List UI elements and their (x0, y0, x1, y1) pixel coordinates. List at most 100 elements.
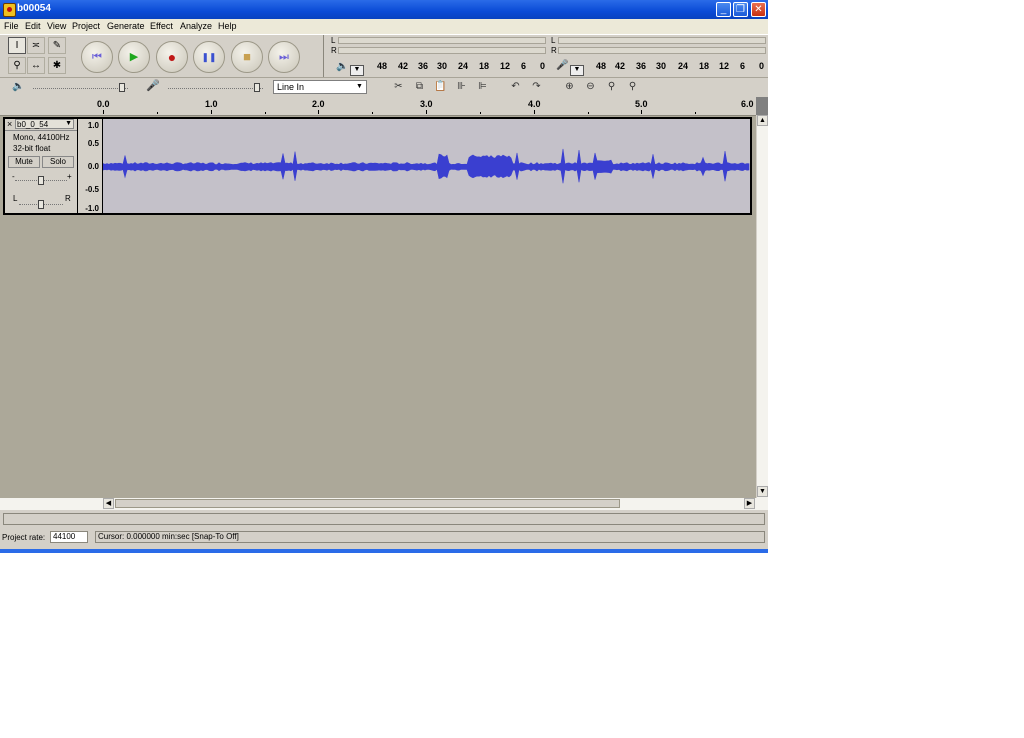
draw-tool-icon[interactable]: ✎ (48, 37, 66, 54)
play-button[interactable]: ▶ (118, 41, 150, 73)
pause-button[interactable]: ❚❚ (193, 41, 225, 73)
rec-meter-left-label: L (551, 36, 556, 45)
play-meter-right-label: R (331, 46, 337, 55)
paste-icon[interactable]: 📋 (432, 80, 449, 94)
audio-track[interactable]: × b0_0_54 ▼ Mono, 44100Hz 32-bit float M… (3, 117, 752, 215)
output-volume-slider[interactable] (119, 83, 125, 92)
vertical-scrollbar[interactable]: ▲ ▼ (756, 115, 768, 498)
cut-icon[interactable]: ✂ (390, 80, 407, 94)
gain-plus-label: + (67, 172, 72, 181)
skip-end-icon: ⏭ (279, 51, 289, 63)
timeline-ruler[interactable]: 0.0 1.0 2.0 3.0 4.0 5.0 6.0 (0, 97, 768, 116)
silence-icon[interactable]: ⊫ (474, 80, 491, 94)
track-close-icon[interactable]: × (7, 119, 12, 129)
track-header: × b0_0_54 ▼ (5, 119, 77, 131)
ruler-tick (103, 110, 104, 114)
play-meter-menu-chevron-down-icon[interactable]: ▼ (350, 65, 364, 76)
fit-selection-icon[interactable]: ⚲ (603, 80, 620, 94)
input-source-select[interactable]: Line In ▼ (273, 80, 367, 94)
rec-scale-label: 42 (615, 61, 626, 71)
cursor-status: Cursor: 0.000000 min:sec [Snap-To Off] (95, 531, 765, 543)
scale-label: 1.0 (87, 121, 99, 130)
rec-meter-left (558, 37, 766, 44)
input-volume-slider[interactable] (254, 83, 260, 92)
selection-bar (3, 513, 765, 525)
play-icon: ▶ (129, 51, 139, 63)
horizontal-scrollbar[interactable]: ◀ ▶ (0, 498, 768, 510)
scroll-down-icon[interactable]: ▼ (757, 486, 768, 497)
menu-edit[interactable]: Edit (25, 21, 41, 31)
play-scale-label: 30 (437, 61, 448, 71)
copy-icon[interactable]: ⧉ (411, 80, 428, 94)
ruler-label: 4.0 (528, 99, 541, 109)
scroll-left-icon[interactable]: ◀ (103, 498, 114, 509)
gain-slider[interactable] (38, 176, 44, 185)
ruler-label: 2.0 (312, 99, 325, 109)
play-scale-label: 36 (418, 61, 429, 71)
rec-scale-label: 48 (596, 61, 607, 71)
restore-button[interactable]: ❐ (733, 2, 748, 17)
rec-meter-menu-chevron-down-icon[interactable]: ▼ (570, 65, 584, 76)
input-volume-mic-icon: 🎤 (146, 80, 160, 92)
menu-view[interactable]: View (47, 21, 66, 31)
chevron-down-icon: ▼ (356, 83, 363, 90)
track-name-menu[interactable]: b0_0_54 ▼ (15, 119, 74, 129)
timeshift-tool-icon[interactable]: ↔ (27, 57, 45, 74)
skip-to-start-button[interactable]: ⏮ (81, 41, 113, 73)
zoom-out-icon[interactable]: ⊖ (582, 80, 599, 94)
menu-file[interactable]: File (4, 21, 19, 31)
skip-start-icon: ⏮ (92, 51, 102, 63)
ruler-tick (211, 110, 212, 114)
ruler-corner (756, 97, 768, 115)
scale-label: 0.5 (87, 139, 99, 148)
fit-project-icon[interactable]: ⚲ (624, 80, 641, 94)
rec-scale-label: 24 (678, 61, 689, 71)
ruler-tick (426, 110, 427, 114)
undo-icon[interactable]: ↶ (507, 80, 524, 94)
status-area: Project rate: 44100 Cursor: 0.000000 min… (0, 510, 768, 553)
app-icon (3, 3, 16, 17)
trim-icon[interactable]: ⊪ (453, 80, 470, 94)
project-rate-field[interactable]: 44100 (50, 531, 88, 543)
track-rate-format: Mono, 44100Hz (13, 133, 70, 142)
speaker-icon: 🔈 (336, 61, 349, 72)
skip-to-end-button[interactable]: ⏭ (268, 41, 300, 73)
track-vertical-scale: 1.0 0.5 0.0 -0.5 -1.0 (78, 119, 103, 213)
redo-icon[interactable]: ↷ (528, 80, 545, 94)
solo-button[interactable]: Solo (42, 156, 74, 168)
zoom-tool-icon[interactable]: ⚲ (8, 57, 26, 74)
menu-analyze[interactable]: Analyze (180, 21, 212, 31)
record-icon: ● (167, 49, 177, 65)
horizontal-scroll-thumb[interactable] (115, 499, 620, 508)
rec-scale-label: 18 (699, 61, 710, 71)
menu-project[interactable]: Project (72, 21, 100, 31)
minimize-button[interactable]: _ (716, 2, 731, 17)
pan-slider[interactable] (38, 200, 44, 209)
pan-left-label: L (13, 194, 18, 203)
project-rate-label: Project rate: (2, 533, 46, 542)
mute-button[interactable]: Mute (8, 156, 40, 168)
zoom-in-icon[interactable]: ⊕ (561, 80, 578, 94)
ruler-tick (534, 110, 535, 114)
waveform (102, 148, 750, 184)
menu-help[interactable]: Help (218, 21, 237, 31)
rec-meter-right (558, 47, 766, 54)
pause-icon: ❚❚ (201, 52, 217, 62)
envelope-tool-icon[interactable]: ≍ (27, 37, 45, 54)
selection-tool-icon[interactable]: I (8, 37, 26, 54)
scroll-up-icon[interactable]: ▲ (757, 115, 768, 126)
multi-tool-icon[interactable]: ✱ (48, 57, 66, 74)
menu-generate[interactable]: Generate (107, 21, 145, 31)
waveform-area[interactable] (102, 119, 750, 213)
waveform-path (102, 148, 750, 184)
close-button[interactable]: ✕ (751, 2, 766, 17)
title-bar: b00054 _ ❐ ✕ (0, 0, 768, 19)
output-volume-icon: 🔈 (12, 81, 25, 92)
scroll-right-icon[interactable]: ▶ (744, 498, 755, 509)
ruler-tick (372, 112, 373, 114)
menu-effect[interactable]: Effect (150, 21, 173, 31)
scale-label: -1.0 (85, 204, 99, 213)
taskbar-edge (0, 549, 768, 553)
stop-button[interactable]: ■ (231, 41, 263, 73)
record-button[interactable]: ● (156, 41, 188, 73)
